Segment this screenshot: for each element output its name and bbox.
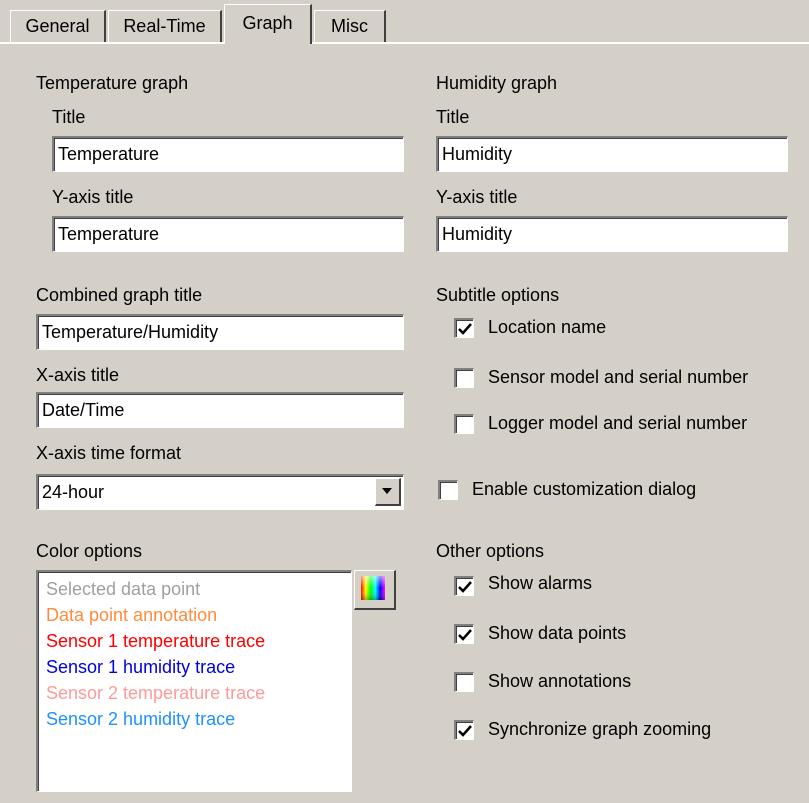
time-format-select[interactable]: 24-hour bbox=[36, 474, 404, 510]
xaxis-title-input[interactable]: Date/Time bbox=[36, 392, 404, 428]
list-item[interactable]: Selected data point bbox=[46, 576, 343, 602]
xaxis-title-label: X-axis title bbox=[36, 365, 120, 385]
color-options-list[interactable]: Selected data point Data point annotatio… bbox=[36, 570, 352, 792]
checkmark-icon bbox=[458, 581, 472, 593]
tab-general-label: General bbox=[25, 16, 90, 36]
temperature-graph-heading: Temperature graph bbox=[36, 73, 189, 93]
combined-title-label: Combined graph title bbox=[36, 285, 203, 305]
other-options-heading: Other options bbox=[436, 541, 545, 561]
logger-model-label: Logger model and serial number bbox=[488, 413, 748, 433]
list-item[interactable]: Sensor 1 temperature trace bbox=[46, 628, 343, 654]
tab-real-time-label: Real-Time bbox=[123, 16, 206, 36]
show-alarms-checkbox[interactable] bbox=[454, 576, 474, 596]
temperature-title-input[interactable]: Temperature bbox=[52, 136, 404, 172]
show-alarms-label: Show alarms bbox=[488, 573, 593, 593]
time-format-label: X-axis time format bbox=[36, 443, 182, 463]
show-annotations-checkbox[interactable] bbox=[454, 672, 474, 692]
location-name-label: Location name bbox=[488, 317, 607, 337]
show-data-points-label: Show data points bbox=[488, 623, 627, 643]
combined-title-input[interactable]: Temperature/Humidity bbox=[36, 314, 404, 350]
tab-panel-border bbox=[0, 42, 809, 44]
tab-misc-label: Misc bbox=[331, 16, 368, 36]
checkmark-icon bbox=[458, 323, 472, 335]
dropdown-button[interactable] bbox=[375, 478, 401, 506]
humidity-graph-heading: Humidity graph bbox=[436, 73, 558, 93]
humidity-yaxis-input[interactable]: Humidity bbox=[436, 216, 788, 252]
list-item[interactable]: Sensor 2 humidity trace bbox=[46, 706, 343, 732]
checkmark-icon bbox=[458, 725, 472, 737]
color-options-heading: Color options bbox=[36, 541, 143, 561]
synchronize-zooming-checkbox[interactable] bbox=[454, 720, 474, 740]
tab-misc[interactable]: Misc bbox=[314, 10, 386, 42]
color-picker-button[interactable] bbox=[354, 570, 396, 610]
logger-model-checkbox[interactable] bbox=[454, 414, 474, 434]
tab-general[interactable]: General bbox=[10, 10, 106, 42]
temperature-yaxis-input[interactable]: Temperature bbox=[52, 216, 404, 252]
list-item[interactable]: Data point annotation bbox=[46, 602, 343, 628]
tab-graph-label: Graph bbox=[242, 13, 293, 33]
tab-real-time[interactable]: Real-Time bbox=[108, 10, 222, 42]
enable-customization-checkbox[interactable] bbox=[438, 480, 458, 500]
chevron-down-icon bbox=[382, 488, 392, 494]
temperature-title-label: Title bbox=[52, 107, 86, 127]
humidity-title-label: Title bbox=[436, 107, 470, 127]
show-annotations-label: Show annotations bbox=[488, 671, 632, 691]
humidity-title-input[interactable]: Humidity bbox=[436, 136, 788, 172]
enable-customization-label: Enable customization dialog bbox=[472, 479, 697, 499]
list-item[interactable]: Sensor 2 temperature trace bbox=[46, 680, 343, 706]
color-palette-icon bbox=[361, 576, 385, 600]
list-item[interactable]: Sensor 1 humidity trace bbox=[46, 654, 343, 680]
checkmark-icon bbox=[458, 629, 472, 641]
tab-graph[interactable]: Graph bbox=[224, 4, 312, 44]
synchronize-zooming-label: Synchronize graph zooming bbox=[488, 719, 712, 739]
sensor-model-checkbox[interactable] bbox=[454, 368, 474, 388]
sensor-model-label: Sensor model and serial number bbox=[488, 367, 749, 387]
show-data-points-checkbox[interactable] bbox=[454, 624, 474, 644]
humidity-yaxis-label: Y-axis title bbox=[436, 187, 518, 207]
location-name-checkbox[interactable] bbox=[454, 318, 474, 338]
time-format-value: 24-hour bbox=[42, 482, 105, 502]
temperature-yaxis-label: Y-axis title bbox=[52, 187, 134, 207]
subtitle-options-heading: Subtitle options bbox=[436, 285, 560, 305]
